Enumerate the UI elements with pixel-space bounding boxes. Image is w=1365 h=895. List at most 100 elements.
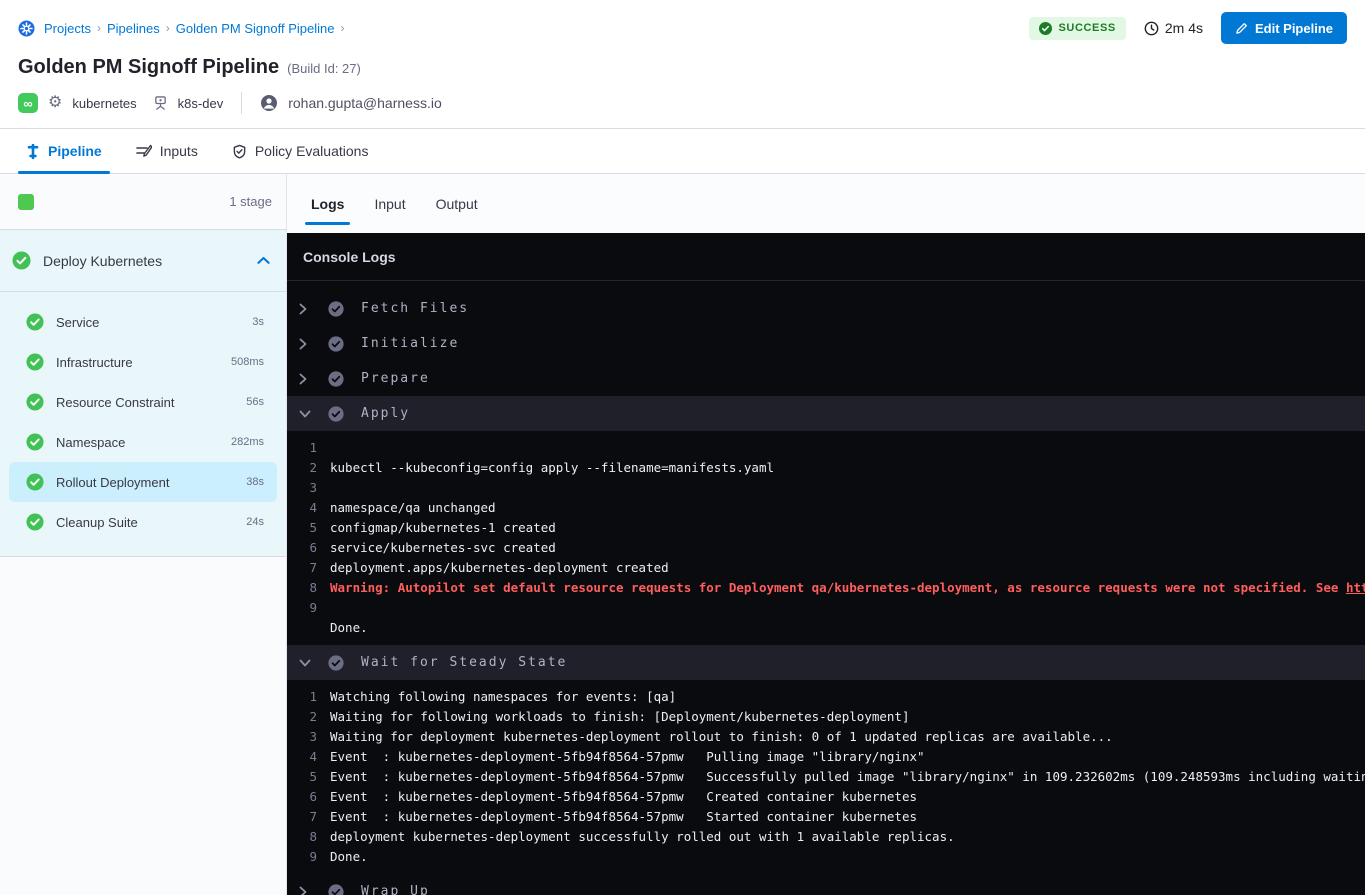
log-section: Initialize: [287, 326, 1365, 361]
stage-name: Deploy Kubernetes: [43, 253, 162, 269]
breadcrumb-separator: ›: [340, 21, 344, 35]
step-name: Resource Constraint: [56, 395, 175, 410]
breadcrumb-pipeline-name[interactable]: Golden PM Signoff Pipeline: [176, 21, 335, 36]
chevron-up-icon[interactable]: [257, 256, 270, 265]
line-number: 6: [287, 789, 317, 804]
tab-input[interactable]: Input: [362, 174, 417, 233]
inputs-icon: [136, 144, 152, 158]
log-line: 3: [287, 477, 1365, 497]
log-section: Apply 1 2 kubectl --kubeconfig=config appl…: [287, 396, 1365, 645]
step-name: Rollout Deployment: [56, 475, 169, 490]
tab-inputs[interactable]: Inputs: [124, 129, 210, 173]
line-text: kubectl --kubeconfig=config apply --file…: [330, 460, 774, 475]
line-number: 2: [287, 460, 317, 475]
step-success-icon: [26, 393, 44, 411]
line-number: 3: [287, 729, 317, 744]
step-name: Namespace: [56, 435, 125, 450]
section-success-icon: [328, 301, 344, 317]
line-text: deployment.apps/kubernetes-deployment cr…: [330, 560, 669, 575]
page-title: Golden PM Signoff Pipeline: [18, 56, 279, 79]
step-row-service[interactable]: Service 3s: [9, 302, 277, 342]
service-name[interactable]: kubernetes: [72, 96, 136, 111]
section-title: Prepare: [361, 371, 430, 386]
stage-success-icon: [12, 251, 31, 270]
breadcrumb-pipelines[interactable]: Pipelines: [107, 21, 160, 36]
line-number: 9: [287, 600, 317, 615]
infrastructure-icon: [153, 95, 168, 111]
tab-output[interactable]: Output: [424, 174, 490, 233]
log-line: 7 deployment.apps/kubernetes-deployment c…: [287, 557, 1365, 577]
step-row-rollout-deployment[interactable]: Rollout Deployment 38s: [9, 462, 277, 502]
log-section-header-wait-for-steady-state[interactable]: Wait for Steady State: [287, 645, 1365, 680]
step-success-icon: [26, 473, 44, 491]
tab-pipeline[interactable]: Pipeline: [14, 129, 114, 173]
tab-inputs-label: Inputs: [160, 143, 198, 159]
log-section-header-initialize[interactable]: Initialize: [287, 326, 1365, 361]
line-number: 9: [287, 849, 317, 864]
line-text: Done.: [330, 849, 368, 864]
step-name: Infrastructure: [56, 355, 133, 370]
stage-summary-row: 1 stage: [0, 174, 286, 230]
stage-count: 1 stage: [229, 194, 272, 209]
line-text: Event : kubernetes-deployment-5fb94f8564…: [330, 789, 917, 804]
section-title: Initialize: [361, 336, 459, 351]
environment-name[interactable]: k8s-dev: [178, 96, 224, 111]
console-body[interactable]: Fetch Files Initialize Prepare Apply 1 2k…: [287, 281, 1365, 895]
line-number: 7: [287, 809, 317, 824]
line-number: 6: [287, 540, 317, 555]
step-row-resource-constraint[interactable]: Resource Constraint 56s: [9, 382, 277, 422]
tab-logs[interactable]: Logs: [299, 174, 356, 233]
step-duration: 56s: [246, 396, 264, 408]
policy-check-icon: [232, 144, 247, 159]
section-success-icon: [328, 884, 344, 895]
line-number: 4: [287, 749, 317, 764]
pencil-icon: [1235, 22, 1248, 35]
log-line: Done.: [287, 617, 1365, 637]
log-section-header-apply[interactable]: Apply: [287, 396, 1365, 431]
edit-pipeline-button[interactable]: Edit Pipeline: [1221, 12, 1347, 44]
step-duration: 508ms: [231, 356, 264, 368]
tab-policy-evaluations[interactable]: Policy Evaluations: [220, 129, 381, 173]
step-duration: 282ms: [231, 436, 264, 448]
line-number: 3: [287, 480, 317, 495]
line-text: configmap/kubernetes-1 created: [330, 520, 556, 535]
stage-header-deploy-kubernetes[interactable]: Deploy Kubernetes: [0, 230, 286, 292]
step-row-namespace[interactable]: Namespace 282ms: [9, 422, 277, 462]
step-row-infrastructure[interactable]: Infrastructure 508ms: [9, 342, 277, 382]
section-title: Apply: [361, 406, 410, 421]
line-number: 8: [287, 580, 317, 595]
section-log-lines: 1 2 kubectl --kubeconfig=config apply --fi…: [287, 431, 1365, 645]
triggered-by-user: rohan.gupta@harness.io: [288, 95, 442, 111]
line-text: Waiting for following workloads to finis…: [330, 709, 909, 724]
breadcrumb-separator: ›: [97, 21, 101, 35]
log-section-header-fetch-files[interactable]: Fetch Files: [287, 291, 1365, 326]
section-success-icon: [328, 336, 344, 352]
step-row-cleanup-suite[interactable]: Cleanup Suite 24s: [9, 502, 277, 542]
log-section-header-prepare[interactable]: Prepare: [287, 361, 1365, 396]
line-number: 7: [287, 560, 317, 575]
status-label: SUCCESS: [1058, 22, 1115, 34]
stage-panel: Deploy Kubernetes Service 3s Infrastruct…: [0, 230, 286, 557]
section-success-icon: [328, 371, 344, 387]
line-number: 1: [287, 440, 317, 455]
log-section: Wait for Steady State 1Watching followin…: [287, 645, 1365, 874]
section-success-icon: [328, 655, 344, 671]
line-number: 8: [287, 829, 317, 844]
harness-logo-icon: [18, 20, 35, 37]
warning-link[interactable]: http://g: [1346, 580, 1365, 595]
console: Console Logs Fetch Files Initialize Prep…: [287, 233, 1365, 895]
step-success-icon: [26, 433, 44, 451]
breadcrumb-projects[interactable]: Projects: [44, 21, 91, 36]
log-panel-tabs: Logs Input Output: [287, 174, 1365, 233]
line-text: Watching following namespaces for events…: [330, 689, 676, 704]
line-number: 5: [287, 520, 317, 535]
line-text: Event : kubernetes-deployment-5fb94f8564…: [330, 769, 1365, 784]
log-section-header-wrap-up[interactable]: Wrap Up: [287, 874, 1365, 895]
step-name: Cleanup Suite: [56, 515, 138, 530]
stage-minimap-square[interactable]: [18, 194, 34, 210]
log-line: 8deployment kubernetes-deployment succes…: [287, 826, 1365, 846]
line-text: Warning: Autopilot set default resource …: [330, 580, 1365, 595]
log-line: 6 Event : kubernetes-deployment-5fb94f856…: [287, 786, 1365, 806]
line-number: 4: [287, 500, 317, 515]
line-text: Event : kubernetes-deployment-5fb94f8564…: [330, 809, 917, 824]
